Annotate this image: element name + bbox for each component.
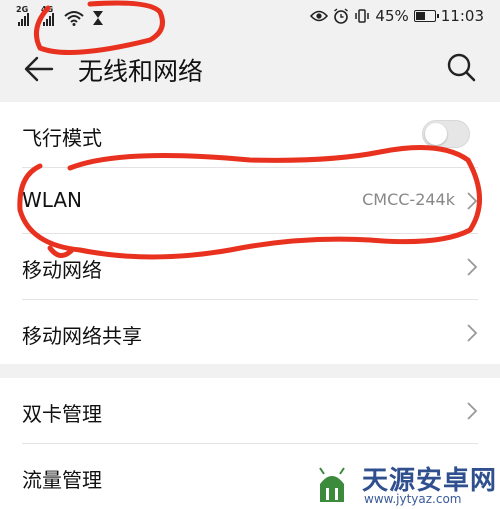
status-left: 2G 4G: [16, 5, 104, 26]
wlan-network-name: CMCC-244k: [362, 190, 455, 209]
battery-percent: 45%: [375, 7, 409, 25]
setting-label: 移动网络共享: [22, 324, 142, 348]
android-logo-icon: [319, 467, 345, 502]
airplane-mode-toggle[interactable]: [422, 120, 470, 148]
chevron-right-icon: [467, 192, 478, 210]
chevron-right-icon: [467, 324, 478, 342]
watermark-url: www.jytyaz.com: [364, 492, 462, 506]
status-right: 45% 11:03: [310, 7, 484, 25]
chevron-right-icon: [467, 402, 478, 420]
chevron-right-icon: [467, 258, 478, 276]
page-title: 无线和网络: [78, 57, 204, 86]
setting-label: 飞行模式: [22, 126, 102, 150]
setting-airplane-mode[interactable]: 飞行模式: [0, 102, 500, 168]
eye-icon: [310, 10, 329, 22]
setting-dual-sim[interactable]: 双卡管理: [0, 378, 500, 444]
setting-label: WLAN: [22, 188, 83, 212]
toggle-knob: [425, 123, 447, 145]
sim2-network-type: 4G: [41, 5, 54, 14]
setting-mobile-network[interactable]: 移动网络: [0, 234, 500, 300]
watermark: 天源安卓网 www.jytyaz.com: [310, 458, 500, 509]
battery-icon: [413, 10, 439, 22]
setting-label: 移动网络: [22, 258, 102, 282]
sim2-signal-icon: 4G: [41, 5, 54, 26]
sim1-signal-icon: 2G: [16, 5, 29, 26]
back-arrow-icon[interactable]: [22, 52, 56, 86]
vibrate-icon: [355, 9, 370, 23]
app-header: 无线和网络: [0, 36, 500, 100]
clock: 11:03: [440, 7, 484, 25]
setting-tethering[interactable]: 移动网络共享: [0, 300, 500, 366]
search-icon[interactable]: [444, 50, 478, 84]
sim1-network-type: 2G: [16, 5, 29, 14]
status-bar: 2G 4G 45% 11:03: [0, 0, 500, 36]
wifi-icon: [64, 11, 84, 26]
alarm-icon: [334, 8, 349, 24]
setting-wlan[interactable]: WLAN CMCC-244k: [0, 168, 500, 234]
setting-label: 流量管理: [22, 468, 102, 492]
setting-label: 双卡管理: [22, 402, 102, 426]
hourglass-icon: [93, 11, 103, 25]
settings-group-network: 飞行模式 WLAN CMCC-244k 移动网络 移动网络共享: [0, 102, 500, 364]
